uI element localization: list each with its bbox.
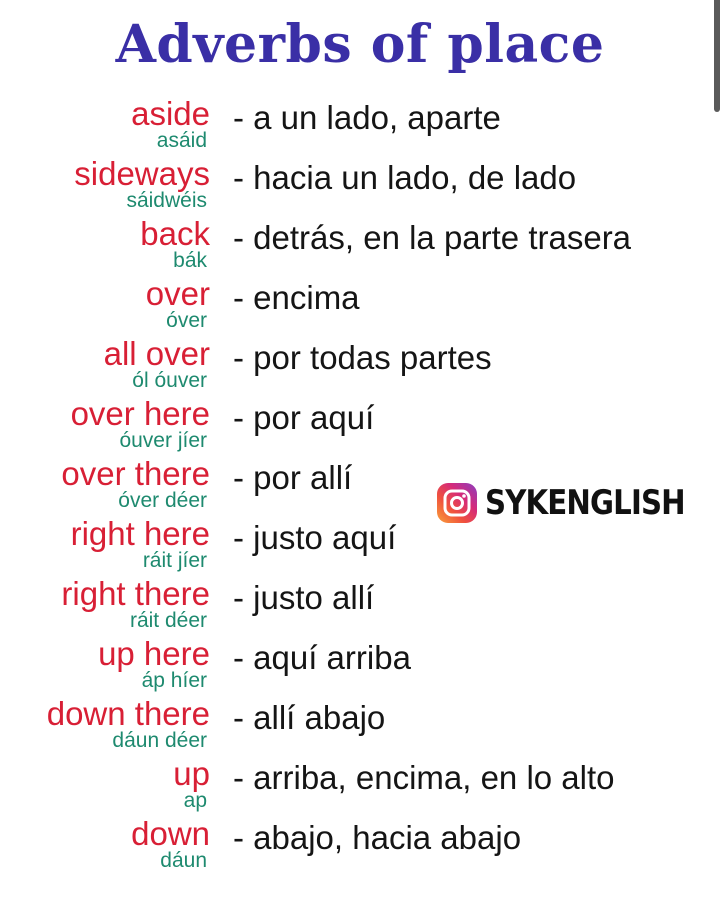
list-item: right there ráit déer - justo allí [0, 576, 720, 636]
adverb-word: sideways [74, 155, 210, 192]
pronunciation: óuver jíer [119, 429, 207, 452]
translation: - aquí arriba [233, 639, 411, 676]
list-item: right here ráit jíer - justo aquí [0, 516, 720, 576]
list-item: up here áp híer - aquí arriba [0, 636, 720, 696]
adverb-word: over here [70, 395, 210, 432]
list-item: all over ól óuver - por todas partes [0, 336, 720, 396]
pronunciation: dáun déer [112, 729, 207, 752]
adverb-word: up [173, 755, 210, 792]
translation: - por aquí [233, 399, 375, 436]
list-item: over óver - encima [0, 276, 720, 336]
adverb-word: back [140, 215, 210, 252]
list-item: up ap - arriba, encima, en lo alto [0, 756, 720, 816]
list-item: down dáun - abajo, hacia abajo [0, 816, 720, 876]
pronunciation: óver [166, 309, 207, 332]
pronunciation: áp híer [141, 669, 207, 692]
adverb-word: right here [70, 515, 210, 552]
translation: - justo allí [233, 579, 375, 616]
translation: - encima [233, 279, 360, 316]
pronunciation: dáun [160, 849, 207, 872]
list-item: sideways sáidwéis - hacia un lado, de la… [0, 156, 720, 216]
translation: - allí abajo [233, 699, 386, 736]
instagram-icon [437, 483, 477, 523]
pronunciation: bák [173, 249, 207, 272]
adverb-word: down [131, 815, 210, 852]
page-title: Adverbs of place [115, 14, 605, 75]
translation: - abajo, hacia abajo [233, 819, 522, 856]
translation: - por allí [233, 459, 353, 496]
list-item: down there dáun déer - allí abajo [0, 696, 720, 756]
list-item: aside asáid - a un lado, aparte [0, 96, 720, 156]
translation: - por todas partes [233, 339, 492, 376]
pronunciation: ráit déer [129, 609, 207, 632]
list-item: over here óuver jíer - por aquí [0, 396, 720, 456]
translation: - justo aquí [233, 519, 397, 556]
pronunciation: ráit jíer [142, 549, 207, 572]
adverb-word: over [145, 275, 210, 312]
adverb-word: aside [131, 95, 210, 132]
adverb-word: all over [103, 335, 210, 372]
translation: - hacia un lado, de lado [233, 159, 577, 196]
translation: - arriba, encima, en lo alto [233, 759, 615, 796]
adverb-word: up here [98, 635, 210, 672]
translation: - detrás, en la parte trasera [233, 219, 632, 256]
translation: - a un lado, aparte [233, 99, 501, 136]
pronunciation: óver déer [118, 489, 207, 512]
adverb-word: over there [61, 455, 210, 492]
adverb-word: right there [61, 575, 210, 612]
brand-handle: SYKENGLISH [485, 483, 686, 523]
pronunciation: ap [183, 789, 207, 812]
list-item: back bák - detrás, en la parte trasera [0, 216, 720, 276]
pronunciation: ól óuver [132, 369, 207, 392]
brand-watermark: SYKENGLISH [437, 482, 717, 524]
pronunciation: sáidwéis [126, 189, 207, 212]
pronunciation: asáid [156, 129, 207, 152]
adverb-word: down there [46, 695, 210, 732]
